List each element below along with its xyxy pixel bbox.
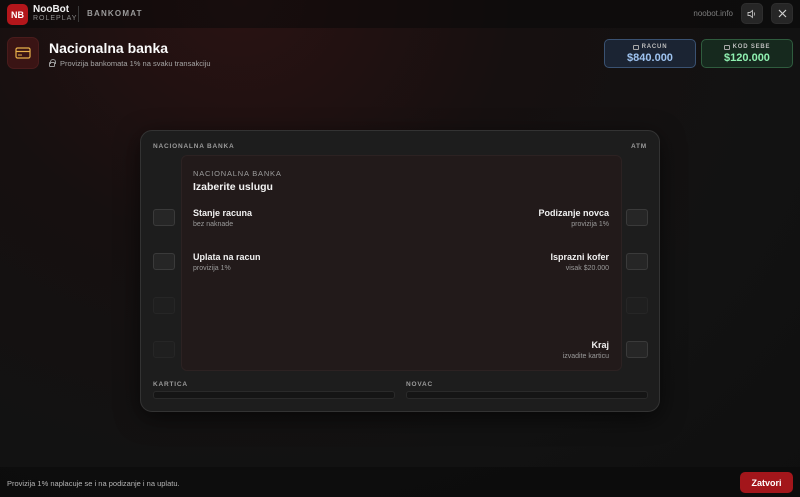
atm-left-button-4[interactable] (153, 341, 175, 358)
bank-balance-label: RACUN (605, 44, 695, 50)
bank-balance-card: RACUN $840.000 (604, 39, 696, 68)
lock-icon (49, 59, 56, 67)
divider (78, 6, 79, 22)
atm-right-button-2[interactable] (626, 253, 648, 270)
subtitle-text: Provizija bankomata 1% na svaku transakc… (60, 59, 211, 68)
site-link[interactable]: noobot.info (693, 9, 733, 18)
cash-slot-label: NOVAC (406, 381, 433, 388)
card-slot-label: KARTICA (153, 381, 188, 388)
option-balance[interactable]: Stanje racuna bez naknade (193, 208, 252, 228)
option-end[interactable]: Kraj izvadite karticu (563, 340, 609, 360)
atm-left-button-3[interactable] (153, 297, 175, 314)
cash-balance-label: KOD SEBE (702, 44, 792, 50)
atm-left-button-2[interactable] (153, 253, 175, 270)
header-icon-box (7, 37, 39, 69)
atm-right-button-4[interactable] (626, 341, 648, 358)
atm-right-button-1[interactable] (626, 209, 648, 226)
cash-balance-value: $120.000 (724, 52, 770, 64)
card-slot[interactable] (153, 391, 395, 399)
brand-name: NooBot (33, 4, 70, 15)
close-button-top[interactable] (771, 3, 793, 24)
close-button[interactable]: Zatvori (740, 472, 793, 493)
atm-screen: NACIONALNA BANKA Izaberite uslugu Stanje… (181, 155, 622, 371)
screen-brand: NACIONALNA BANKA (193, 169, 282, 178)
atm-bank-label: NACIONALNA BANKA (153, 143, 235, 150)
footer-note: Provizija 1% naplacuje se i na podizanje… (7, 479, 180, 488)
option-withdraw[interactable]: Podizanje novca provizija 1% (538, 208, 609, 228)
option-deposit[interactable]: Uplata na racun provizija 1% (193, 252, 261, 272)
section-title: BANKOMAT (87, 9, 143, 18)
atm-left-button-1[interactable] (153, 209, 175, 226)
screen-title: Izaberite uslugu (193, 181, 273, 193)
speaker-icon (747, 9, 756, 18)
page-subtitle: Provizija bankomata 1% na svaku transakc… (49, 59, 211, 68)
page-title: Nacionalna banka (49, 40, 169, 56)
brand-subtitle: ROLEPLAY (33, 15, 78, 22)
credit-card-icon (15, 47, 31, 59)
footer: Provizija 1% naplacuje se i na podizanje… (0, 467, 800, 497)
brand: NooBot ROLEPLAY (33, 5, 77, 23)
logo: NB (7, 4, 28, 25)
cash-slot[interactable] (406, 391, 648, 399)
option-empty-case[interactable]: Isprazni kofer visak $20.000 (550, 252, 609, 272)
atm-right-button-3[interactable] (626, 297, 648, 314)
atm-label: ATM (631, 143, 647, 150)
atm-panel: NACIONALNA BANKA ATM NACIONALNA BANKA Iz… (140, 130, 660, 412)
bank-balance-value: $840.000 (627, 52, 673, 64)
top-bar: NB NooBot ROLEPLAY BANKOMAT noobot.info (0, 0, 800, 28)
bank-icon (632, 44, 639, 50)
sound-button[interactable] (741, 3, 763, 24)
cash-balance-card: KOD SEBE $120.000 (701, 39, 793, 68)
close-icon (778, 9, 786, 18)
wallet-icon (723, 44, 730, 50)
